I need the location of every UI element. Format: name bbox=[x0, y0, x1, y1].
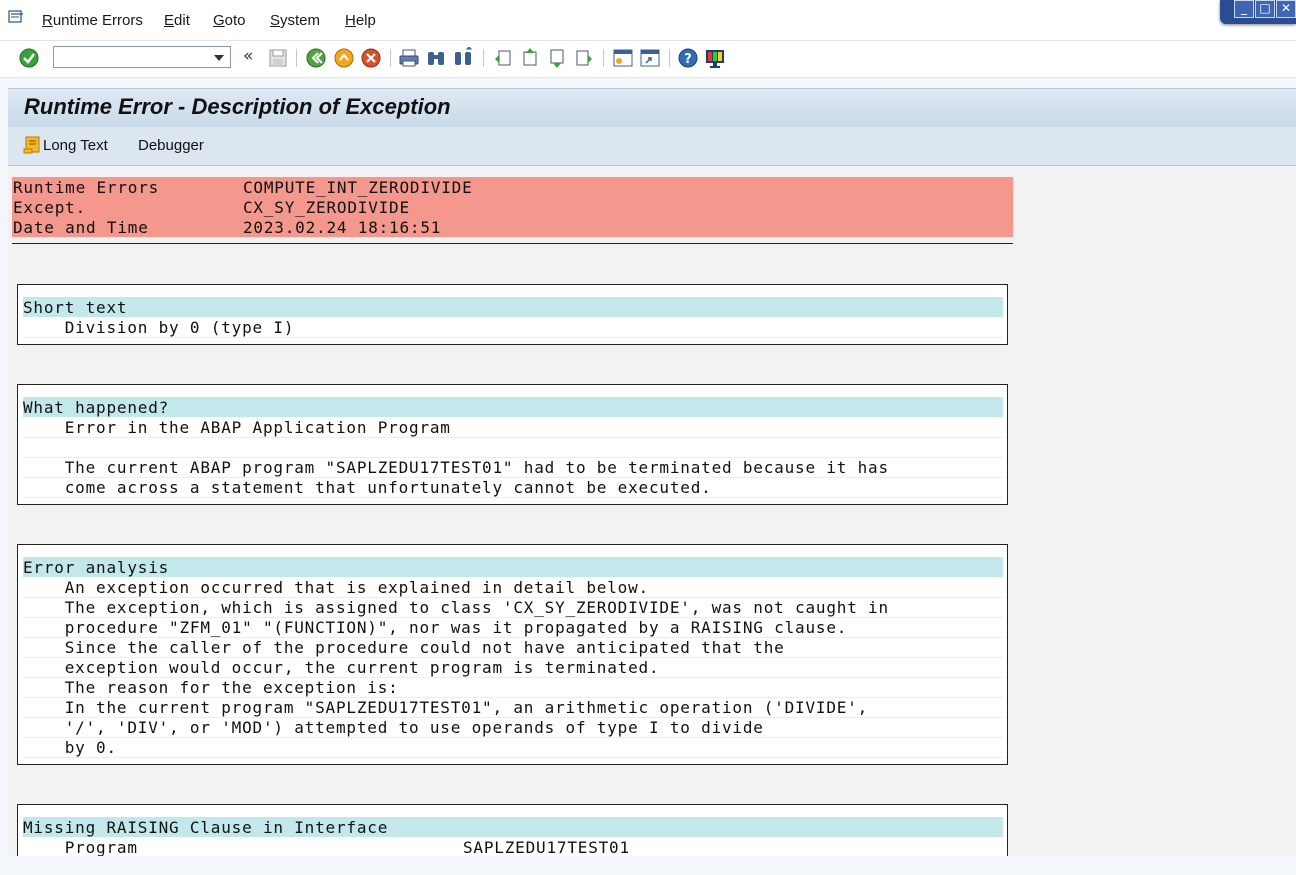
section-line: procedure "ZFM_01" "(FUNCTION)", nor was… bbox=[23, 617, 1003, 638]
enter-checkmark-icon[interactable] bbox=[18, 47, 40, 69]
long-text-icon[interactable] bbox=[22, 135, 42, 155]
section-heading: Missing RAISING Clause in Interface bbox=[23, 817, 1003, 837]
section-heading: What happened? bbox=[23, 397, 1003, 417]
menu-edit[interactable]: Edit bbox=[164, 12, 190, 29]
debugger-button[interactable]: Debugger bbox=[138, 137, 204, 154]
error-content: Runtime Errors COMPUTE_INT_ZERODIVIDE Ex… bbox=[8, 166, 1296, 856]
menu-bar: Runtime Errors Edit Goto System Help _ □… bbox=[0, 0, 1296, 41]
section-line: exception would occur, the current progr… bbox=[23, 657, 1003, 678]
program-value: SAPLZEDU17TEST01 bbox=[463, 838, 630, 856]
menu-runtime-errors[interactable]: Runtime Errors bbox=[42, 12, 143, 29]
header-row: Except. CX_SY_ZERODIVIDE bbox=[12, 197, 1013, 217]
program-label: Program bbox=[23, 838, 138, 856]
find-icon[interactable] bbox=[425, 47, 447, 69]
section-heading: Short text bbox=[23, 297, 1003, 317]
header-value: 2023.02.24 18:16:51 bbox=[243, 218, 442, 237]
section-line bbox=[23, 437, 1003, 458]
section-line: Since the caller of the procedure could … bbox=[23, 637, 1003, 658]
exit-icon[interactable] bbox=[333, 47, 355, 69]
next-page-icon[interactable] bbox=[546, 47, 568, 69]
print-icon[interactable] bbox=[398, 47, 420, 69]
section-line: In the current program "SAPLZEDU17TEST01… bbox=[23, 697, 1003, 718]
what-happened-section: What happened? Error in the ABAP Applica… bbox=[17, 384, 1008, 505]
status-area bbox=[8, 856, 1296, 875]
toolbar-separator bbox=[669, 49, 670, 67]
toolbar-separator bbox=[603, 49, 604, 67]
previous-page-icon[interactable] bbox=[519, 47, 541, 69]
back-icon[interactable] bbox=[305, 47, 327, 69]
error-analysis-section: Error analysis An exception occurred tha… bbox=[17, 544, 1008, 765]
page-title: Runtime Error - Description of Exception bbox=[24, 94, 451, 119]
cancel-icon[interactable] bbox=[360, 47, 382, 69]
find-next-icon[interactable] bbox=[452, 47, 474, 69]
header-row: Runtime Errors COMPUTE_INT_ZERODIVIDE bbox=[12, 177, 1013, 197]
help-icon[interactable]: ? bbox=[677, 47, 699, 69]
long-text-button[interactable]: Long Text bbox=[43, 137, 108, 154]
section-line: The current ABAP program "SAPLZEDU17TEST… bbox=[23, 457, 1003, 478]
section-line: Program SAPLZEDU17TEST01 bbox=[23, 837, 1003, 856]
standard-toolbar: « ? bbox=[0, 41, 1296, 78]
save-icon[interactable] bbox=[267, 47, 289, 69]
missing-raising-section: Missing RAISING Clause in Interface Prog… bbox=[17, 804, 1008, 856]
section-line: Division by 0 (type I) bbox=[23, 317, 1003, 338]
short-text-section: Short text Division by 0 (type I) bbox=[17, 284, 1008, 345]
application-toolbar: Long Text Debugger bbox=[8, 127, 1296, 166]
section-line: The exception, which is assigned to clas… bbox=[23, 597, 1003, 618]
title-bar: Runtime Error - Description of Exception bbox=[8, 88, 1296, 127]
generate-shortcut-icon[interactable] bbox=[639, 47, 661, 69]
section-line: come across a statement that unfortunate… bbox=[23, 477, 1003, 498]
minimize-icon[interactable]: _ bbox=[1234, 0, 1254, 18]
header-label: Except. bbox=[13, 198, 87, 217]
section-line: '/', 'DIV', or 'MOD') attempted to use o… bbox=[23, 717, 1003, 738]
menu-help[interactable]: Help bbox=[345, 12, 376, 29]
system-menu-icon[interactable] bbox=[8, 10, 24, 24]
header-value: COMPUTE_INT_ZERODIVIDE bbox=[243, 178, 473, 197]
last-page-icon[interactable] bbox=[573, 47, 595, 69]
toolbar-separator bbox=[390, 49, 391, 67]
window-controls: _ □ ✕ bbox=[1220, 0, 1296, 24]
collapse-icon[interactable]: « bbox=[243, 46, 253, 66]
section-line: by 0. bbox=[23, 737, 1003, 758]
first-page-icon[interactable] bbox=[492, 47, 514, 69]
customize-layout-icon[interactable] bbox=[704, 47, 726, 69]
section-heading: Error analysis bbox=[23, 557, 1003, 577]
menu-goto[interactable]: Goto bbox=[213, 12, 246, 29]
close-icon[interactable]: ✕ bbox=[1276, 0, 1296, 18]
header-label: Runtime Errors bbox=[13, 178, 160, 197]
header-label: Date and Time bbox=[13, 218, 149, 237]
maximize-icon[interactable]: □ bbox=[1255, 0, 1275, 18]
header-row: Date and Time 2023.02.24 18:16:51 bbox=[12, 217, 1013, 237]
command-field[interactable] bbox=[53, 46, 231, 68]
header-value: CX_SY_ZERODIVIDE bbox=[243, 198, 410, 217]
section-line: Error in the ABAP Application Program bbox=[23, 417, 1003, 438]
divider bbox=[12, 243, 1013, 244]
toolbar-separator bbox=[483, 49, 484, 67]
svg-text:?: ? bbox=[684, 52, 692, 67]
toolbar-separator bbox=[296, 49, 297, 67]
create-session-icon[interactable] bbox=[612, 47, 634, 69]
section-line: The reason for the exception is: bbox=[23, 677, 1003, 698]
menu-system[interactable]: System bbox=[270, 12, 320, 29]
chevron-down-icon[interactable] bbox=[214, 55, 224, 61]
section-line: An exception occurred that is explained … bbox=[23, 577, 1003, 598]
